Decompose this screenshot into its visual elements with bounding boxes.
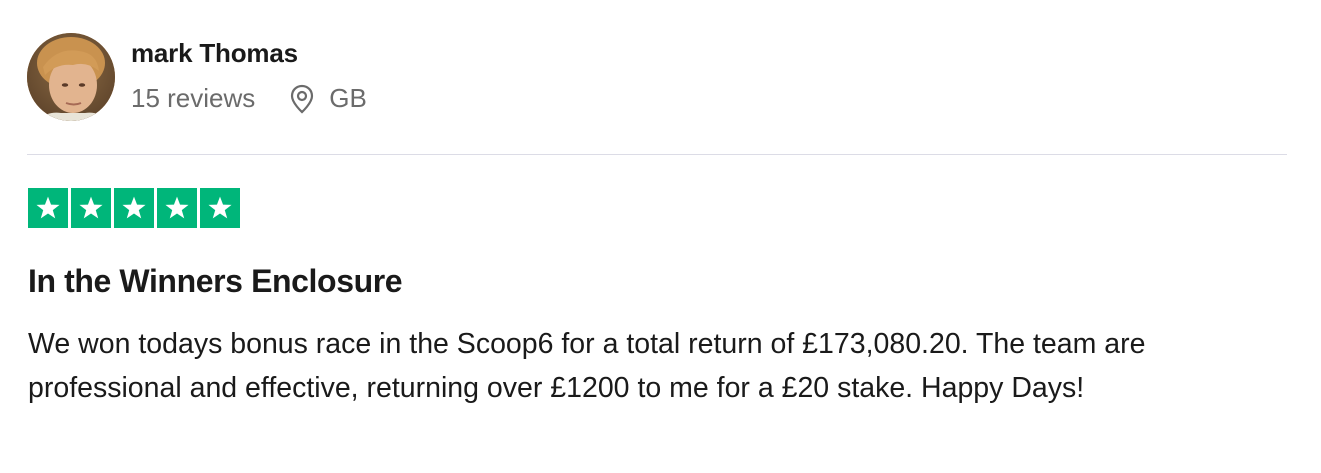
divider — [27, 154, 1287, 155]
star-box — [200, 188, 240, 228]
consumer-meta: 15 reviews GB — [131, 83, 367, 114]
location-pin-icon — [289, 84, 315, 114]
review-body: We won todays bonus race in the Scoop6 f… — [28, 328, 1146, 404]
star-icon — [165, 196, 189, 219]
star-icon — [79, 196, 103, 219]
star-box — [28, 188, 68, 228]
avatar[interactable] — [27, 33, 115, 121]
star-box — [114, 188, 154, 228]
country-code: GB — [329, 83, 367, 113]
consumer-name[interactable]: mark Thomas — [131, 38, 298, 69]
star-icon — [208, 196, 232, 219]
star-icon — [122, 196, 146, 219]
review-card: mark Thomas 15 reviews GB In the Winners… — [0, 0, 1321, 473]
star-box — [71, 188, 111, 228]
review-count: 15 reviews — [131, 83, 256, 113]
star-box — [157, 188, 197, 228]
profile-photo — [27, 33, 115, 121]
review-title[interactable]: In the Winners Enclosure — [28, 263, 403, 300]
star-icon — [36, 196, 60, 219]
star-rating — [28, 188, 240, 228]
